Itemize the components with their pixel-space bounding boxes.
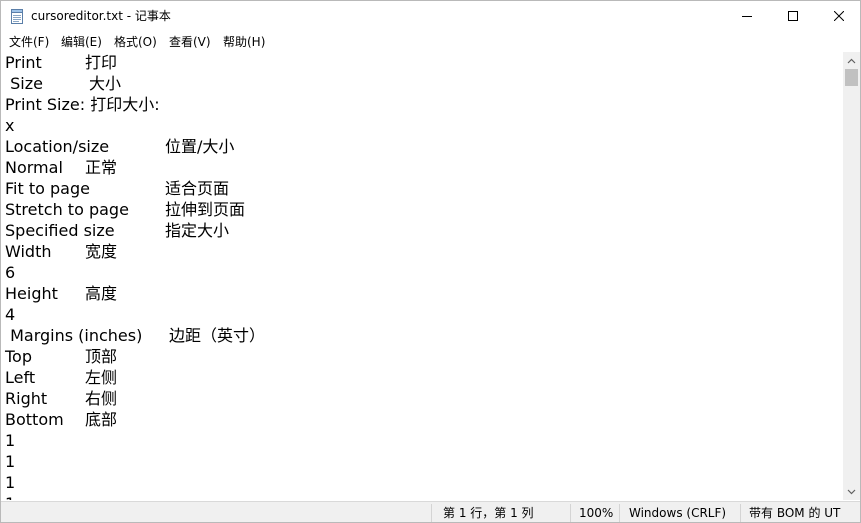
line-translation: 左侧 — [85, 368, 118, 387]
text-editor[interactable]: Print 打印 Size 大小 Print Size: 打印大小: x Loc… — [1, 52, 843, 500]
text-line: Specified size 指定大小 — [5, 220, 229, 241]
line-text: 1 — [5, 473, 16, 492]
line-translation: 适合页面 — [165, 179, 230, 198]
text-line: Fit to page 适合页面 — [5, 178, 229, 199]
line-text: Location/size — [5, 137, 110, 156]
text-line: 1 — [5, 472, 36, 493]
scroll-thumb[interactable] — [845, 69, 858, 86]
text-line: Width 宽度 — [5, 241, 117, 262]
line-text: x — [5, 116, 15, 135]
line-translation: 右侧 — [85, 389, 118, 408]
line-text: Width — [5, 242, 52, 261]
line-text: 4 — [5, 305, 16, 324]
text-line: Top 顶部 — [5, 346, 117, 367]
minimize-icon — [742, 16, 752, 17]
menu-bar: 文件(F) 编辑(E) 格式(O) 查看(V) 帮助(H) — [1, 31, 860, 51]
line-text: 1 — [5, 452, 16, 471]
line-translation: 正常 — [85, 158, 118, 177]
line-text: Right — [5, 389, 48, 408]
minimize-button[interactable] — [724, 1, 770, 31]
menu-edit[interactable]: 编辑(E) — [61, 34, 102, 50]
line-text: Bottom — [5, 410, 64, 429]
line-text: Left — [5, 368, 36, 387]
text-line: 1 — [5, 493, 36, 500]
line-translation: 大小 — [89, 74, 122, 93]
line-translation: 底部 — [85, 410, 118, 429]
text-line: Margins (inches) 边距（英寸） — [5, 325, 265, 346]
scroll-down-button[interactable] — [843, 483, 860, 500]
notepad-app-icon — [11, 9, 23, 24]
line-text: Fit to page — [5, 179, 90, 198]
line-translation: 宽度 — [85, 242, 118, 261]
text-line: x — [5, 115, 36, 136]
text-line: 1 — [5, 430, 36, 451]
line-text: Stretch to page — [5, 200, 129, 219]
text-line: Size 大小 — [5, 73, 121, 94]
text-line: Left 左侧 — [5, 367, 117, 388]
line-translation: 边距（英寸） — [169, 326, 266, 345]
scroll-up-button[interactable] — [843, 52, 860, 69]
line-text: Normal — [5, 158, 63, 177]
maximize-icon — [788, 11, 798, 21]
line-text: Size — [5, 74, 43, 93]
close-button[interactable] — [816, 1, 860, 31]
line-text: 1 — [5, 431, 16, 450]
text-line: Right 右侧 — [5, 388, 117, 409]
line-text: Height — [5, 284, 58, 303]
text-line: Normal 正常 — [5, 157, 117, 178]
status-divider — [740, 504, 741, 522]
chevron-down-icon — [847, 489, 856, 494]
vertical-scrollbar[interactable] — [843, 52, 860, 500]
status-encoding: 带有 BOM 的 UT — [749, 506, 841, 520]
status-divider — [619, 504, 620, 522]
status-divider — [570, 504, 571, 522]
status-zoom: 100% — [579, 506, 614, 520]
line-text: Margins (inches) — [5, 326, 143, 345]
status-bar: 第 1 行，第 1 列 100% Windows (CRLF) 带有 BOM 的… — [1, 501, 860, 522]
text-line: Stretch to page 拉伸到页面 — [5, 199, 245, 220]
line-translation: 拉伸到页面 — [165, 200, 246, 219]
menu-view[interactable]: 查看(V) — [169, 34, 211, 50]
line-translation: 指定大小 — [165, 221, 230, 240]
maximize-button[interactable] — [770, 1, 816, 31]
line-text: Specified size — [5, 221, 115, 240]
line-text: Print Size: 打印大小: — [5, 95, 160, 114]
line-translation: 顶部 — [85, 347, 118, 366]
line-text: 1 — [5, 493, 15, 500]
status-line-ending: Windows (CRLF) — [629, 506, 727, 520]
title-bar[interactable]: cursoreditor.txt - 记事本 — [1, 1, 860, 31]
text-line: Location/size 位置/大小 — [5, 136, 234, 157]
status-divider — [431, 504, 432, 522]
text-line: Bottom 底部 — [5, 409, 117, 430]
line-text: 6 — [5, 263, 16, 282]
line-text: Top — [5, 347, 32, 366]
text-line: Print 打印 — [5, 52, 117, 73]
text-line: Print Size: 打印大小: — [5, 94, 160, 115]
close-icon — [834, 11, 844, 21]
text-line: Height 高度 — [5, 283, 117, 304]
chevron-up-icon — [847, 58, 856, 63]
text-line: 4 — [5, 304, 36, 325]
text-line: 6 — [5, 262, 36, 283]
line-text: Print — [5, 53, 42, 72]
menu-file[interactable]: 文件(F) — [9, 34, 49, 50]
window-title: cursoreditor.txt - 记事本 — [31, 9, 171, 23]
notepad-window: cursoreditor.txt - 记事本 文件(F) 编辑(E) 格式(O)… — [0, 0, 861, 523]
status-cursor-position: 第 1 行，第 1 列 — [443, 506, 534, 520]
menu-format[interactable]: 格式(O) — [114, 34, 157, 50]
line-translation: 打印 — [85, 53, 118, 72]
menu-help[interactable]: 帮助(H) — [223, 34, 265, 50]
text-line: 1 — [5, 451, 36, 472]
line-translation: 高度 — [85, 284, 118, 303]
line-translation: 位置/大小 — [165, 137, 235, 156]
